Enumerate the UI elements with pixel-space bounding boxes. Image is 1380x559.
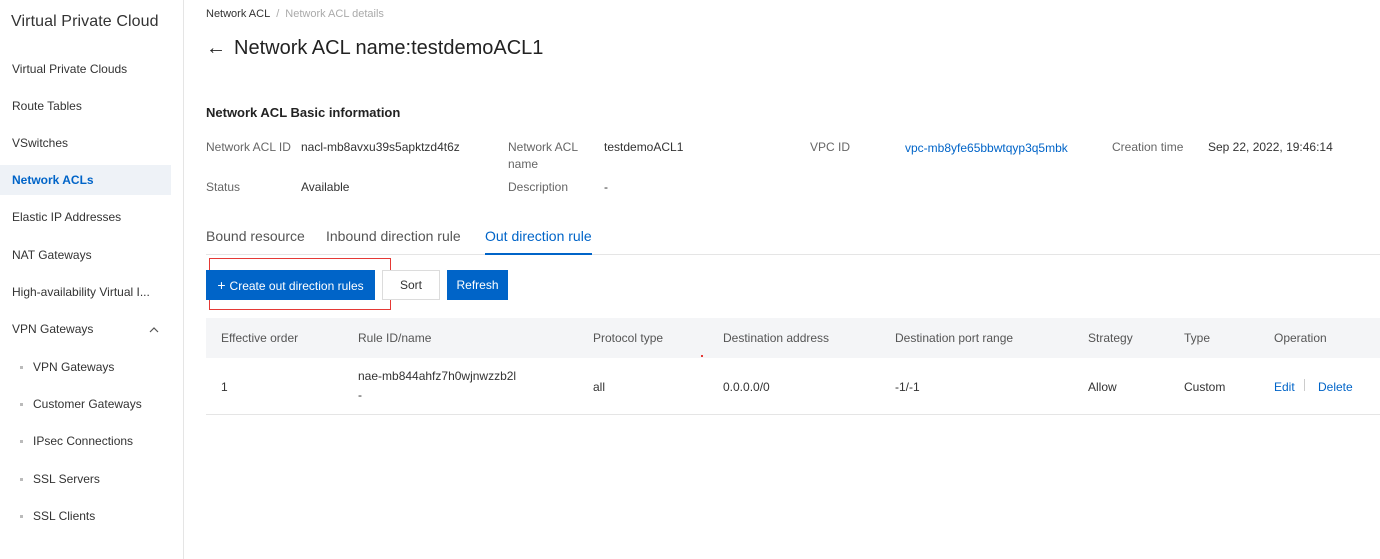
header-effective-order: Effective order [221,331,299,345]
sidebar-item-route-tables[interactable]: Route Tables [0,91,171,121]
sidebar-item-vswitches[interactable]: VSwitches [0,128,171,158]
header-type: Type [1184,331,1211,345]
header-operation: Operation [1274,331,1327,345]
header-strategy: Strategy [1088,331,1133,345]
sidebar-item-vpn-gateways-group[interactable]: VPN Gateways [0,314,171,344]
refresh-button[interactable]: Refresh [447,270,508,300]
sidebar-item-label: Route Tables [12,99,82,113]
cell-protocol: all [593,380,606,394]
app: Virtual Private Cloud Virtual Private Cl… [0,0,1380,559]
basic-info-title: Network ACL Basic information [206,105,401,120]
sidebar-item-label: Network ACLs [12,173,94,187]
create-out-direction-rules-button[interactable]: + Create out direction rules [206,270,375,300]
creation-time-label: Creation time [1112,140,1184,154]
sidebar-item-label: Virtual Private Clouds [12,62,128,76]
header-destination-port-range: Destination port range [895,331,1014,345]
breadcrumb-network-acl[interactable]: Network ACL [206,8,270,20]
sidebar-subitem-vpn-gateways[interactable]: VPN Gateways [0,352,171,382]
bullet-icon [20,478,23,482]
cell-rule-id: nae-mb844ahfz7h0wjnwzzb2l [358,369,517,383]
sidebar-subitem-ssl-servers[interactable]: SSL Servers [0,464,171,494]
status-label: Status [206,180,241,194]
sidebar: Virtual Private Cloud Virtual Private Cl… [0,0,184,559]
bullet-icon [20,515,23,519]
tab-inbound-direction-rule[interactable]: Inbound direction rule [326,228,461,255]
cell-effective-order: 1 [221,380,228,394]
vpc-id-link[interactable]: vpc-mb8yfe65bbwtqyp3q5mbk [905,140,1068,157]
bullet-icon [20,440,23,444]
description-value: - [604,180,608,194]
sidebar-item-virtual-private-clouds[interactable]: Virtual Private Clouds [0,54,171,84]
chevron-up-icon[interactable] [149,314,159,344]
plus-icon: + [217,277,226,293]
cell-port-range: -1/-1 [895,380,920,394]
header-protocol-type: Protocol type [593,331,664,345]
sidebar-subitem-label: SSL Clients [33,509,96,523]
breadcrumb: Network ACL / Network ACL details [206,8,384,20]
create-button-label: Create out direction rules [229,279,364,293]
description-label: Description [508,180,569,194]
sidebar-item-label: Elastic IP Addresses [12,210,122,224]
creation-time-value: Sep 22, 2022, 19:46:14 [1208,140,1333,154]
status-value: Available [301,180,350,194]
acl-name-label-line2: name [508,157,539,171]
bullet-icon [20,403,23,407]
sidebar-item-label: VPN Gateways [12,322,94,336]
edit-link[interactable]: Edit [1274,380,1295,394]
table-row: 1 nae-mb844ahfz7h0wjnwzzb2l - all 0.0.0.… [206,358,1380,415]
bullet-icon [20,366,23,370]
tab-bar: Bound resource Inbound direction rule Ou… [206,228,1380,255]
sidebar-item-network-acls[interactable]: Network ACLs [0,165,171,195]
sidebar-item-label: NAT Gateways [12,248,92,262]
acl-id-label: Network ACL ID [206,140,291,154]
sidebar-item-label: High-availability Virtual I... [12,285,150,299]
sidebar-item-elastic-ip-addresses[interactable]: Elastic IP Addresses [0,202,171,232]
tab-out-direction-rule[interactable]: Out direction rule [485,228,592,255]
sidebar-item-high-availability-virtual-ip[interactable]: High-availability Virtual I... [0,277,171,307]
header-rule-id-name: Rule ID/name [358,331,432,345]
breadcrumb-separator: / [276,8,280,20]
table-header: Effective order Rule ID/name Protocol ty… [206,318,1380,358]
operation-divider [1304,379,1305,391]
page-title-text: Network ACL name:testdemoACL1 [234,37,544,59]
sidebar-title: Virtual Private Cloud [11,13,159,30]
cell-type: Custom [1184,380,1226,394]
cell-rule-name: - [358,388,362,402]
marker-dot [701,355,703,357]
sidebar-subitem-label: IPsec Connections [33,434,134,448]
tab-bound-resource[interactable]: Bound resource [206,228,305,255]
acl-name-label-line1: Network ACL [508,140,579,154]
sidebar-subitem-ipsec-connections[interactable]: IPsec Connections [0,426,171,456]
sidebar-item-label: VSwitches [12,136,69,150]
acl-name-value: testdemoACL1 [604,140,684,154]
sidebar-subitem-label: Customer Gateways [33,397,142,411]
acl-name-label: Network ACL name [508,139,578,173]
sidebar-subitem-label: SSL Servers [33,472,100,486]
sidebar-subitem-label: VPN Gateways [33,360,115,374]
cell-strategy: Allow [1088,380,1117,394]
breadcrumb-current: Network ACL details [285,8,384,20]
sort-button[interactable]: Sort [382,270,440,300]
cell-destination: 0.0.0.0/0 [723,380,770,394]
sidebar-subitem-ssl-clients[interactable]: SSL Clients [0,501,171,531]
header-destination-address: Destination address [723,331,830,345]
back-arrow-icon[interactable]: ← [206,37,226,59]
main-content: Network ACL / Network ACL details ← Network… [206,0,1380,559]
sidebar-item-nat-gateways[interactable]: NAT Gateways [0,240,171,270]
sidebar-subitem-customer-gateways[interactable]: Customer Gateways [0,389,171,419]
delete-link[interactable]: Delete [1318,380,1353,394]
acl-id-value: nacl-mb8avxu39s5apktzd4t6z [301,140,460,154]
vpc-id-label: VPC ID [810,140,851,154]
page-title: ← Network ACL name:testdemoACL1 [206,37,543,60]
